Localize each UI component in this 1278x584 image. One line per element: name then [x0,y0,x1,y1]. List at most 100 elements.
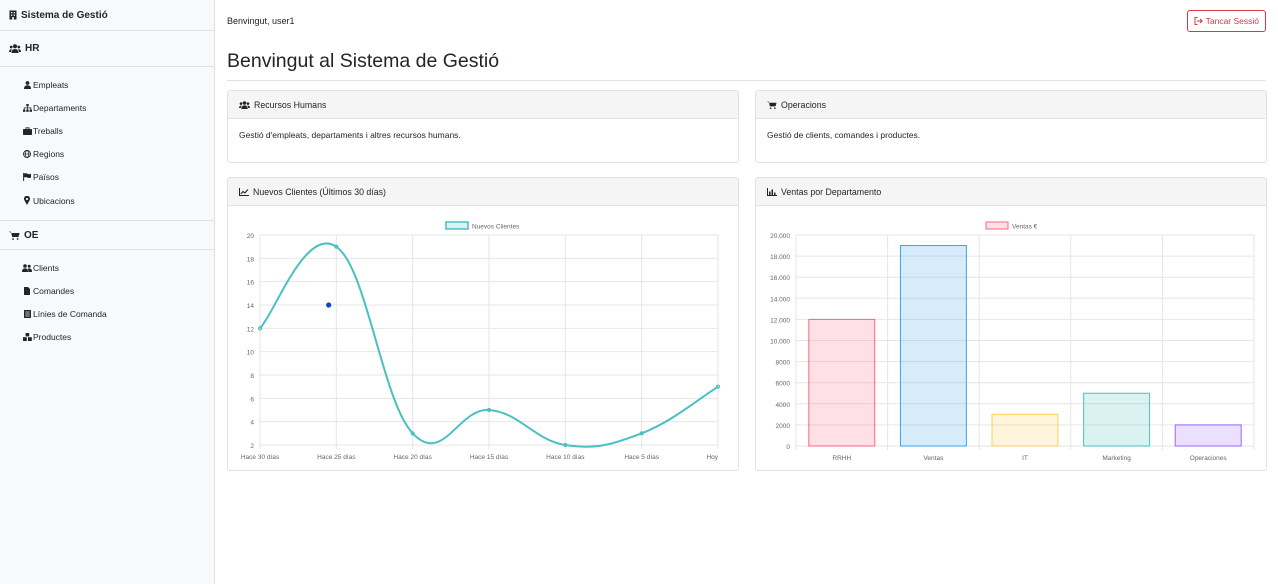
sidebar-item-productes[interactable]: Productes [0,326,214,349]
cubes-icon [22,333,32,342]
shopping-cart-icon [9,231,20,240]
y-tick-label: 12.000 [770,317,790,324]
sales-bar-chart: 0 2000 4000 6000 8000 10.000 12.000 14.000 16.00… [770,221,1255,462]
y-tick-label: 2 [250,443,254,450]
sidebar-item-comandes[interactable]: Comandes [0,279,214,302]
sidebar-item-label: Treballs [33,125,63,136]
data-point [257,326,263,331]
hr-card: Recursos Humans Gestió d'empleats, depar… [227,90,739,163]
y-tick-label: 10 [247,350,255,357]
x-tick-label: Operaciones [1190,455,1228,462]
x-tick-label: Hace 15 días [470,454,509,461]
user-icon [22,80,32,89]
sidebar-item-label: Empleats [33,79,69,90]
line-chart-icon [239,187,249,196]
card-header: Recursos Humans [228,91,738,119]
sidebar-item-empleats[interactable]: Empleats [0,73,214,96]
brand-title: Sistema de Gestió [21,9,108,21]
list-icon [22,310,32,319]
sidebar-item-treballs[interactable]: Treballs [0,119,214,142]
bar-chart-plot: 0 2000 4000 6000 8000 10.000 12.000 14.000 16.00… [770,221,1255,462]
users-icon [239,100,250,109]
page-title: Benvingut al Sistema de Gestió [227,50,500,72]
card-header: Nuevos Clientes (Últimos 30 días) [228,178,738,206]
welcome-text: Benvingut, user1 [227,16,295,26]
sidebar-item-label: Línies de Comanda [33,309,107,320]
sitemap-icon [22,103,32,112]
y-tick-label: 18.000 [770,254,790,261]
sidebar-item-paisos[interactable]: Països [0,166,214,189]
card-text: Gestió d'empleats, departaments i altres… [239,130,461,140]
divider [227,80,1266,81]
y-tick-label: 2000 [776,423,791,430]
data-point [563,442,568,448]
bar [991,413,1059,447]
x-tick-label: RRHH [832,455,851,462]
card-title: Operacions [781,99,826,110]
sidebar-item-label: Productes [33,332,72,343]
sidebar-item-ubicacions[interactable]: Ubicacions [0,189,214,212]
x-tick-label: Ventas [923,455,944,462]
legend-label: Ventas € [1012,224,1038,231]
x-tick-label: Hace 10 días [546,454,585,461]
y-tick-label: 20.000 [770,233,790,240]
users-icon [9,44,21,53]
briefcase-icon [22,127,32,135]
map-marker-icon [22,196,32,206]
legend-swatch [985,221,1009,230]
sidebar-item-label: Ubicacions [33,195,75,206]
bar [1083,392,1151,447]
sidebar-item-label: Clients [33,262,59,273]
data-point [334,244,339,249]
building-icon [9,10,17,20]
y-tick-label: 0 [786,444,790,451]
file-icon [22,286,32,295]
x-tick-label: Hace 30 días [241,454,280,461]
bar [808,318,876,447]
bar [899,245,967,447]
sidebar-item-departaments[interactable]: Departaments [0,96,214,119]
card-header: Ventas por Departamento [756,178,1266,206]
x-tick-label: Hace 20 días [394,454,433,461]
sidebar-item-clients[interactable]: Clients [0,256,214,279]
data-point [715,384,721,389]
globe-icon [22,150,32,159]
y-tick-label: 16.000 [770,275,790,282]
main-content: Benvingut, user1 Tancar Sessió Benvingut… [215,0,1278,584]
y-tick-label: 8 [250,373,254,380]
section-hr-title: HR [25,43,40,54]
oe-card: Operacions Gestió de clients, comandes i… [755,90,1267,163]
shopping-cart-icon [767,101,777,109]
y-tick-label: 18 [247,256,255,263]
x-tick-label: Hace 25 días [317,454,356,461]
card-text: Gestió de clients, comandes i productes. [767,130,921,140]
y-tick-label: 8000 [776,360,791,367]
legend-swatch [445,221,469,230]
x-tick-label: Hoy [706,454,718,461]
y-tick-label: 12 [247,326,255,333]
sidebar-item-label: Regions [33,149,65,160]
sales-chart-card: Ventas por Departamento 0 2000 4000 6000 800… [755,177,1267,471]
clients-line-chart: 2 4 6 8 10 12 14 16 18 20 Hace 30 días Hace 25 días… [241,221,721,461]
line-chart-plot: 2 4 6 8 10 12 14 16 18 20 Hace 30 días Hace 25 días… [241,221,721,461]
data-point [639,431,644,436]
bar [1174,424,1242,447]
sidebar-brand[interactable]: Sistema de Gestió [0,0,214,31]
sidebar-item-regions[interactable]: Regions [0,143,214,166]
flag-icon [22,173,32,182]
sidebar-item-linies-de-comanda[interactable]: Línies de Comanda [0,303,214,326]
logout-button[interactable]: Tancar Sessió [1186,10,1266,32]
x-tick-label: Marketing [1102,455,1131,462]
sidebar-item-label: Departaments [33,102,87,113]
card-title: Nuevos Clientes (Últimos 30 días) [253,186,386,197]
y-tick-label: 14 [247,303,255,310]
section-oe: OE [0,220,214,251]
users-icon [22,263,32,272]
data-point [410,431,415,436]
y-tick-label: 6000 [776,381,791,388]
card-title: Recursos Humans [254,99,327,110]
section-oe-title: OE [24,229,39,241]
oe-menu: Clients Comandes Línies de Comanda Produ… [0,250,214,357]
legend-label: Nuevos Clientes [472,224,520,231]
y-tick-label: 10.000 [770,339,790,346]
